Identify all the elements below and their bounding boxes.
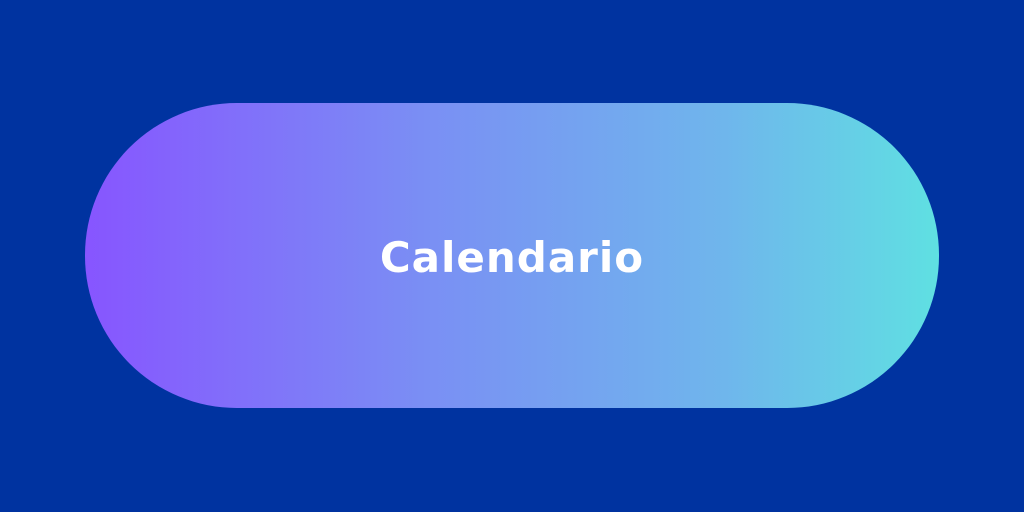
calendar-button[interactable]: Calendario xyxy=(85,103,939,408)
calendar-button-label: Calendario xyxy=(379,232,645,282)
page-background: { "button": { "label": "Calendario" }, "… xyxy=(0,0,1024,512)
